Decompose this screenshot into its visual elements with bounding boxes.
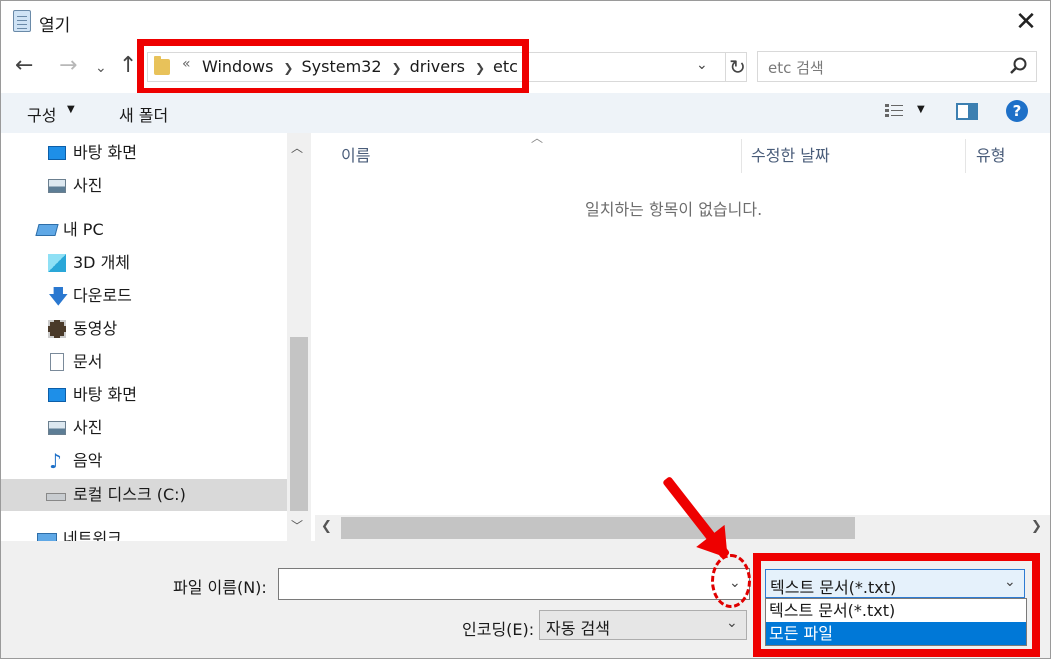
new-folder-button[interactable]: 새 폴더: [119, 102, 168, 126]
nav-item-desktop[interactable]: 바탕 화면: [1, 137, 287, 169]
caret-down-icon[interactable]: ▼: [917, 104, 925, 115]
file-type-highlight-box: [753, 553, 1040, 657]
notepad-icon: [13, 10, 31, 32]
videos-icon: [48, 320, 66, 338]
nav-item-label: 내 PC: [63, 220, 104, 239]
scrollbar-thumb[interactable]: [341, 517, 855, 539]
encoding-label: 인코딩(E):: [462, 620, 535, 639]
nav-item-this-pc[interactable]: 내 PC: [1, 214, 287, 246]
view-options-icon[interactable]: [885, 103, 903, 119]
close-button[interactable]: ✕: [1009, 5, 1043, 39]
command-bar: 구성 ▼ 새 폴더 ▼ ?: [1, 93, 1050, 133]
scrollbar-thumb[interactable]: [290, 337, 308, 511]
address-highlight-box: [137, 39, 529, 95]
back-arrow-icon[interactable]: ←: [15, 54, 33, 78]
search-box[interactable]: etc 검색: [757, 51, 1037, 82]
file-name-input[interactable]: [278, 568, 750, 600]
empty-folder-message: 일치하는 항목이 없습니다.: [585, 200, 763, 219]
nav-item-music[interactable]: ♪ 음악: [1, 445, 287, 477]
music-icon: ♪: [49, 449, 62, 473]
desktop-icon: [48, 388, 66, 402]
nav-item-label: 사진: [73, 176, 103, 195]
column-divider[interactable]: [965, 139, 966, 173]
desktop-icon: [48, 146, 66, 160]
documents-icon: [50, 353, 64, 371]
this-pc-icon: [35, 224, 59, 236]
nav-item-local-disk[interactable]: 로컬 디스크 (C:): [1, 479, 287, 511]
nav-item-pictures[interactable]: 사진: [1, 170, 287, 202]
nav-item-label: 음악: [73, 451, 103, 470]
nav-item-documents[interactable]: 문서: [1, 346, 287, 378]
column-divider[interactable]: [741, 139, 742, 173]
scroll-right-arrow-icon[interactable]: ❯: [1031, 519, 1042, 534]
organize-button[interactable]: 구성: [27, 102, 56, 126]
refresh-icon[interactable]: ↻: [725, 53, 749, 81]
nav-item-label: 문서: [73, 352, 103, 371]
dialog-title: 열기: [39, 16, 71, 36]
local-disk-icon: [46, 493, 66, 501]
up-arrow-icon[interactable]: ↑: [119, 54, 137, 78]
encoding-value: 자동 검색: [546, 619, 610, 638]
nav-item-label: 동영상: [73, 319, 118, 338]
chevron-down-icon[interactable]: ⌄: [726, 615, 738, 631]
nav-item-label: 바탕 화면: [73, 143, 137, 162]
caret-down-icon[interactable]: ▼: [67, 104, 75, 115]
scroll-down-arrow-icon[interactable]: ﹀: [291, 517, 303, 534]
scroll-up-arrow-icon[interactable]: ︿: [291, 139, 303, 156]
help-icon[interactable]: ?: [1006, 100, 1028, 122]
nav-item-3d-objects[interactable]: 3D 개체: [1, 247, 287, 279]
nav-item-label: 3D 개체: [73, 253, 131, 272]
column-header-date-modified[interactable]: 수정한 날짜: [751, 139, 830, 173]
recent-locations-chevron-icon[interactable]: ⌄: [95, 56, 107, 80]
nav-item-label: 다운로드: [73, 286, 132, 305]
pictures-icon: [48, 421, 66, 435]
nav-item-pictures-2[interactable]: 사진: [1, 412, 287, 444]
scroll-left-arrow-icon[interactable]: ❮: [321, 519, 332, 534]
file-name-label: 파일 이름(N):: [173, 578, 267, 597]
encoding-select[interactable]: 자동 검색 ⌄: [539, 610, 747, 640]
nav-item-videos[interactable]: 동영상: [1, 313, 287, 345]
column-header-type[interactable]: 유형: [976, 139, 1005, 173]
search-icon[interactable]: [1008, 56, 1028, 76]
nav-item-label: 로컬 디스크 (C:): [73, 485, 186, 504]
address-dropdown-icon[interactable]: ⌄: [696, 57, 708, 73]
download-icon: 🡇: [48, 284, 69, 308]
open-file-dialog: 열기 ✕ ← → ⌄ ↑ « Windows ❯ System32 ❯ driv…: [0, 0, 1051, 659]
3d-objects-icon: [48, 254, 66, 272]
title-bar: 열기 ✕: [1, 1, 1050, 43]
preview-pane-icon[interactable]: [956, 103, 978, 120]
pictures-icon: [48, 179, 66, 193]
forward-arrow-icon[interactable]: →: [59, 54, 77, 78]
nav-item-downloads[interactable]: 🡇 다운로드: [1, 280, 287, 312]
search-input[interactable]: etc 검색: [768, 57, 824, 78]
nav-item-label: 사진: [73, 418, 103, 437]
nav-item-label: 바탕 화면: [73, 385, 137, 404]
column-header-name[interactable]: 이름: [341, 139, 370, 173]
nav-item-desktop-2[interactable]: 바탕 화면: [1, 379, 287, 411]
sort-ascending-icon: ︿: [531, 131, 544, 145]
navigation-pane: 바탕 화면 사진 내 PC 3D 개체 🡇 다운로드 동영상 문서 바탕 화면: [1, 133, 311, 548]
